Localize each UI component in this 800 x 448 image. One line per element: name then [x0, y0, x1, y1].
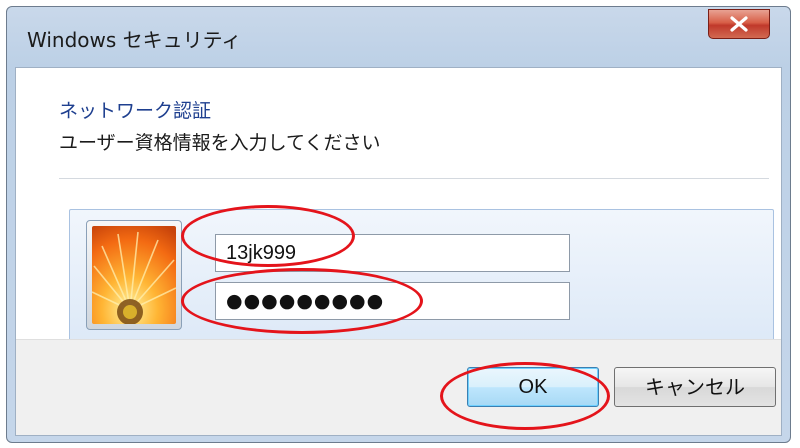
avatar [86, 220, 182, 330]
divider [59, 178, 769, 179]
close-button[interactable] [708, 9, 770, 39]
close-icon [730, 16, 748, 32]
dialog-body: ネットワーク認証 ユーザー資格情報を入力してください 13jk999 ●●●●●… [15, 67, 782, 436]
user-avatar-flower-icon [92, 226, 176, 324]
button-bar: OK キャンセル [16, 339, 781, 435]
cancel-button[interactable]: キャンセル [614, 367, 776, 407]
dialog-heading: ネットワーク認証 [59, 100, 212, 122]
title-bar[interactable]: Windows セキュリティ [7, 7, 790, 67]
password-field[interactable]: ●●●●●●●●● [215, 282, 570, 320]
windows-security-dialog: Windows セキュリティ ネットワーク認証 ユーザー資格情報を入力してくださ… [6, 6, 791, 443]
credential-tile[interactable]: 13jk999 ●●●●●●●●● [69, 209, 774, 343]
window-title: Windows セキュリティ [27, 28, 242, 52]
dialog-instruction: ユーザー資格情報を入力してください [59, 132, 381, 154]
username-field[interactable]: 13jk999 [215, 234, 570, 272]
ok-button[interactable]: OK [467, 367, 599, 407]
